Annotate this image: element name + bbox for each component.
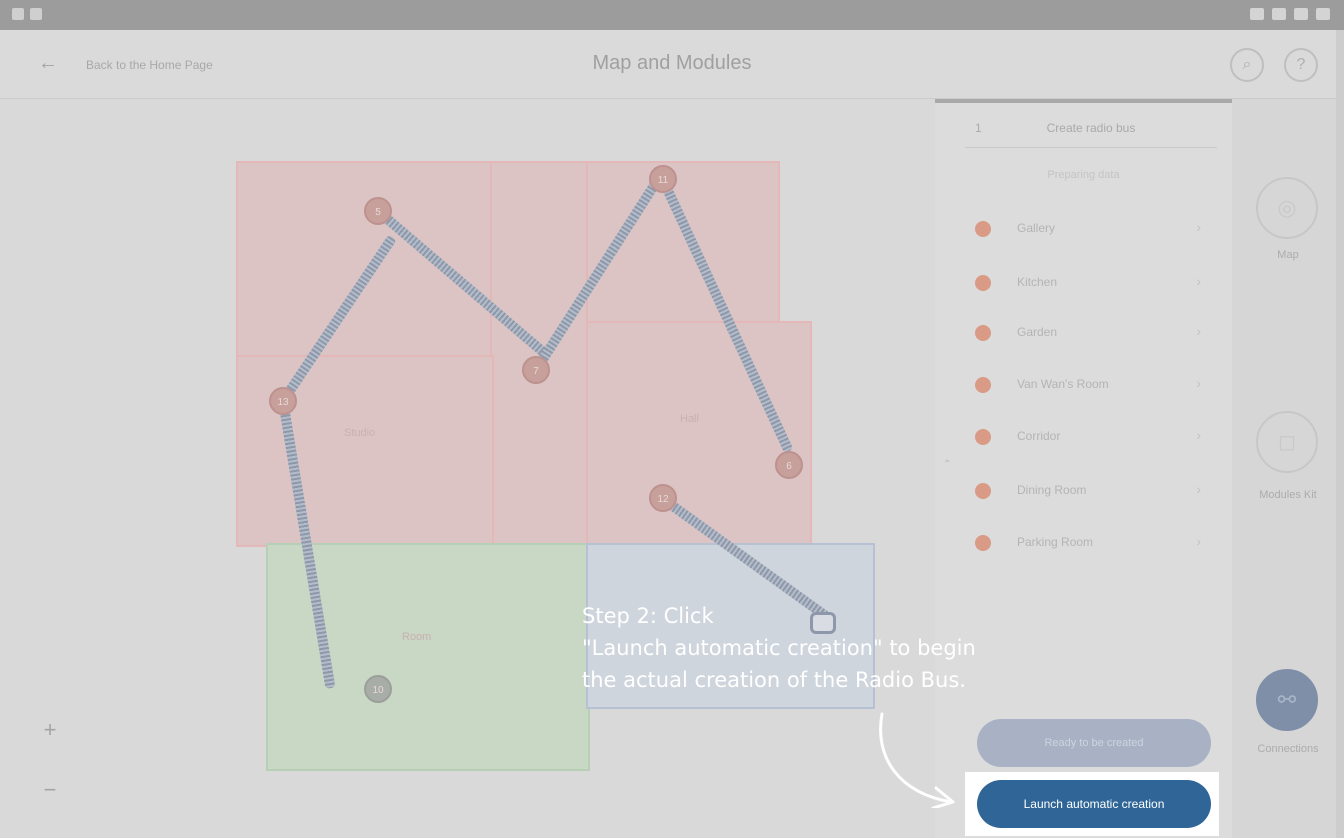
tutorial-callout: Step 2: Click "Launch automatic creation… [582, 600, 1142, 696]
room-name: Dining Room [1017, 483, 1087, 497]
curved-arrow-icon [879, 712, 955, 808]
page-title: Map and Modules [592, 52, 752, 74]
chevron-right-icon: › [1196, 219, 1201, 235]
rail-label-modules: Modules Kit [1259, 489, 1317, 501]
room-label: Room [402, 631, 432, 643]
bus-node[interactable]: 7 [522, 356, 550, 384]
rail-label-map: Map [1277, 249, 1299, 261]
notification-icon [12, 8, 24, 20]
map-room[interactable] [236, 161, 494, 359]
rail-label-connections: Connections [1257, 743, 1319, 755]
launch-automatic-creation-button[interactable]: Launch automatic creation [977, 780, 1211, 828]
bus-node[interactable]: 10 [364, 675, 392, 703]
chevron-right-icon: › [1196, 375, 1201, 391]
room-list-item[interactable]: Corridor › [973, 417, 1213, 457]
bus-node[interactable]: 5 [364, 197, 392, 225]
map-icon: ◎ [1277, 195, 1297, 220]
room-name: Parking Room [1017, 535, 1094, 549]
room-label: Hall [680, 413, 699, 425]
room-list-item[interactable]: Garden › [973, 313, 1213, 353]
panel-progress-line [935, 99, 1232, 103]
status-dot-icon [975, 483, 991, 499]
app-screen: ← Back to the Home Page Map and Modules … [0, 0, 1344, 838]
zoom-out-button[interactable]: − [38, 777, 62, 803]
panel-header: 1 Create radio bus [965, 115, 1217, 148]
scrollbar-track [1336, 30, 1344, 838]
room-list-item[interactable]: Van Wan's Room › [973, 365, 1213, 405]
top-app-bar: ← Back to the Home Page Map and Modules … [0, 30, 1344, 99]
room-list-item[interactable]: Kitchen › [973, 263, 1213, 303]
connections-icon: ⚯ [1277, 687, 1297, 712]
callout-line: the actual creation of the Radio Bus. [582, 668, 966, 692]
room-name: Kitchen [1017, 275, 1058, 289]
status-dot-icon [975, 221, 991, 237]
chevron-right-icon: › [1196, 533, 1201, 549]
status-icons-right [1250, 8, 1330, 20]
ready-to-create-button[interactable]: Ready to be created [977, 719, 1211, 767]
help-icon[interactable]: ? [1284, 48, 1318, 82]
chevron-right-icon: › [1196, 427, 1201, 443]
panel-title: Create radio bus [1046, 121, 1136, 135]
signal-icon [1294, 8, 1308, 20]
notification-icon [30, 8, 42, 20]
status-dot-icon [975, 535, 991, 551]
room-label: Studio [344, 427, 376, 439]
room-name: Garden [1017, 325, 1058, 339]
status-icons-left [12, 8, 42, 20]
bus-node[interactable]: 6 [775, 451, 803, 479]
status-dot-icon [975, 429, 991, 445]
connections-rail-button[interactable]: ⚯ [1256, 669, 1318, 731]
room-name: Gallery [1017, 221, 1056, 235]
status-dot-icon [975, 377, 991, 393]
room-list-item[interactable]: Dining Room › [973, 471, 1213, 511]
room-name: Corridor [1017, 429, 1061, 443]
chevron-right-icon: › [1196, 273, 1201, 289]
zoom-in-button[interactable]: + [38, 717, 62, 743]
chevron-right-icon: › [1196, 323, 1201, 339]
chevron-right-icon: › [1196, 481, 1201, 497]
scroll-indicator[interactable]: ⌃ [943, 459, 951, 470]
modules-rail-button[interactable]: ◻ [1256, 411, 1318, 473]
wifi-icon [1272, 8, 1286, 20]
status-dot-icon [975, 275, 991, 291]
map-room[interactable]: Studio [236, 355, 494, 547]
radio-bus-panel: 1 Create radio bus Preparing data Galler… [935, 99, 1232, 838]
map-rail-button[interactable]: ◎ [1256, 177, 1318, 239]
floor-map[interactable]: Studio Hall Room 13 5 7 11 6 12 10 + − [0, 99, 935, 838]
room-name: Van Wan's Room [1017, 377, 1109, 391]
callout-line: Step 2: Click [582, 604, 714, 628]
bus-node[interactable]: 12 [649, 484, 677, 512]
modules-icon: ◻ [1277, 429, 1297, 454]
callout-line: "Launch automatic creation" to begin [582, 636, 976, 660]
battery-icon [1316, 8, 1330, 20]
status-bar [0, 0, 1344, 30]
panel-subtitle: Preparing data [1047, 169, 1120, 181]
room-list-item[interactable]: Parking Room › [973, 523, 1213, 563]
bus-node[interactable]: 13 [269, 387, 297, 415]
side-rail: ◎ Map ◻ Modules Kit ⚯ Connections [1232, 99, 1344, 838]
bluetooth-icon [1250, 8, 1264, 20]
bus-node[interactable]: 11 [649, 165, 677, 193]
room-list-item[interactable]: Gallery › [973, 209, 1213, 249]
status-dot-icon [975, 325, 991, 341]
search-icon[interactable]: ⌕ [1230, 48, 1264, 82]
